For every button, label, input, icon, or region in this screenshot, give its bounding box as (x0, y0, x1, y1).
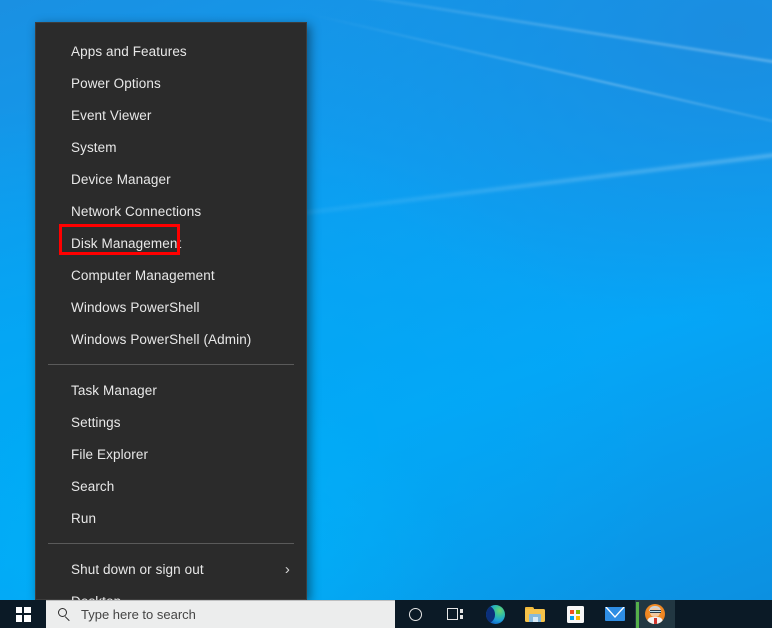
menu-item-disk-management[interactable]: Disk Management (36, 227, 306, 259)
avatar (645, 604, 665, 624)
menu-separator-1 (48, 364, 294, 365)
microsoft-edge-icon[interactable] (475, 600, 515, 628)
start-button[interactable] (0, 600, 46, 628)
menu-item-label: Task Manager (71, 383, 294, 398)
search-icon (58, 608, 71, 621)
menu-item-task-manager[interactable]: Task Manager (36, 374, 306, 406)
menu-item-windows-powershell[interactable]: Windows PowerShell (36, 291, 306, 323)
menu-item-label: Run (71, 511, 294, 526)
cortana-icon[interactable] (395, 600, 435, 628)
menu-item-apps-and-features[interactable]: Apps and Features (36, 35, 306, 67)
task-view-icon[interactable] (435, 600, 475, 628)
menu-item-power-options[interactable]: Power Options (36, 67, 306, 99)
menu-item-event-viewer[interactable]: Event Viewer (36, 99, 306, 131)
file-explorer-icon[interactable] (515, 600, 555, 628)
menu-item-label: Network Connections (71, 204, 294, 219)
menu-item-label: Power Options (71, 76, 294, 91)
chevron-right-icon: › (285, 562, 294, 577)
menu-item-label: File Explorer (71, 447, 294, 462)
menu-item-label: Computer Management (71, 268, 294, 283)
menu-item-settings[interactable]: Settings (36, 406, 306, 438)
menu-item-label: Windows PowerShell (Admin) (71, 332, 294, 347)
menu-item-system[interactable]: System (36, 131, 306, 163)
search-input[interactable]: Type here to search (46, 600, 395, 628)
wallpaper-light-streak-3 (309, 13, 772, 154)
menu-item-label: Search (71, 479, 294, 494)
menu-item-run[interactable]: Run (36, 502, 306, 534)
active-app-indicator (636, 602, 639, 628)
menu-item-label: System (71, 140, 294, 155)
menu-item-label: Event Viewer (71, 108, 294, 123)
windows-logo-icon (16, 607, 31, 622)
power-user-menu: Apps and Features Power Options Event Vi… (35, 22, 307, 600)
menu-item-search[interactable]: Search (36, 470, 306, 502)
menu-item-windows-powershell-admin[interactable]: Windows PowerShell (Admin) (36, 323, 306, 355)
menu-item-network-connections[interactable]: Network Connections (36, 195, 306, 227)
mail-icon[interactable] (595, 600, 635, 628)
task-view-glyph-icon (447, 608, 463, 620)
cortana-ring-icon (409, 608, 422, 621)
desktop-screen: Apps and Features Power Options Event Vi… (0, 0, 772, 628)
menu-item-label: Device Manager (71, 172, 294, 187)
edge-logo-icon (486, 605, 505, 624)
search-placeholder-text: Type here to search (81, 607, 196, 622)
menu-item-device-manager[interactable]: Device Manager (36, 163, 306, 195)
user-avatar-app-icon[interactable] (635, 600, 675, 628)
taskbar: Type here to search (0, 600, 772, 628)
menu-item-label: Windows PowerShell (71, 300, 294, 315)
menu-item-shut-down-or-sign-out[interactable]: Shut down or sign out › (36, 553, 306, 585)
menu-item-label: Shut down or sign out (71, 562, 285, 577)
menu-item-label: Disk Management (71, 236, 294, 251)
menu-item-computer-management[interactable]: Computer Management (36, 259, 306, 291)
menu-item-label: Apps and Features (71, 44, 294, 59)
microsoft-store-icon[interactable] (555, 600, 595, 628)
menu-separator-2 (48, 543, 294, 544)
menu-item-label: Settings (71, 415, 294, 430)
menu-item-file-explorer[interactable]: File Explorer (36, 438, 306, 470)
folder-icon (525, 606, 545, 622)
store-bag-icon (567, 606, 584, 623)
envelope-icon (605, 607, 625, 621)
